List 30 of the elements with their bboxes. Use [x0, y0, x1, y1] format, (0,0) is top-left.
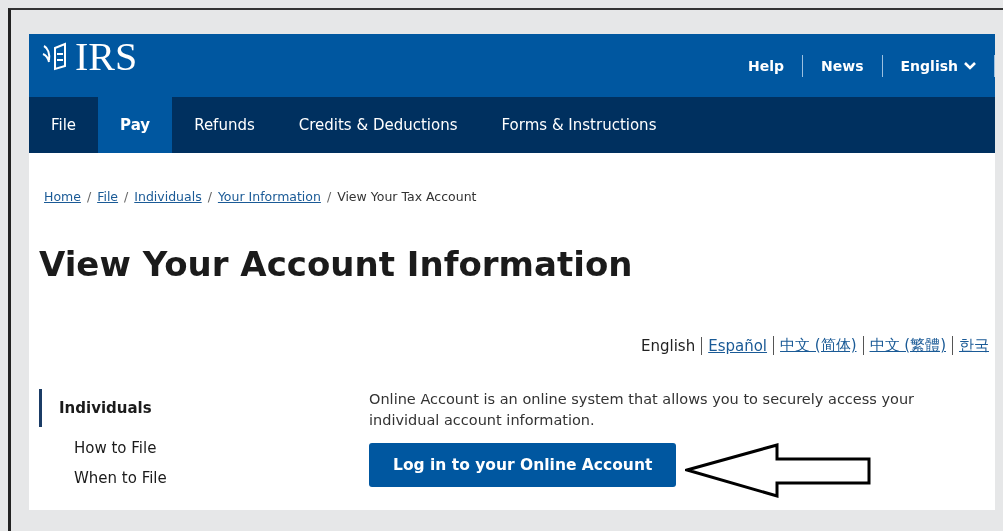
- breadcrumb-link[interactable]: Your Information: [217, 189, 321, 204]
- nav-tab[interactable]: Refunds: [172, 97, 277, 153]
- sidebar-item[interactable]: How to File: [39, 427, 369, 457]
- sidebar-item[interactable]: Individuals: [39, 389, 369, 427]
- language-link[interactable]: 中文 (繁體): [862, 336, 952, 355]
- breadcrumb-link[interactable]: File: [97, 189, 119, 204]
- nav-tab[interactable]: Credits & Deductions: [276, 97, 480, 153]
- page-title: View Your Account Information: [39, 244, 634, 284]
- language-link[interactable]: 한국: [952, 336, 995, 355]
- login-button[interactable]: Log in to your Online Account: [369, 443, 677, 487]
- irs-logo[interactable]: IRS: [41, 34, 138, 80]
- nav-tab[interactable]: Pay: [98, 97, 173, 153]
- nav-tab[interactable]: Forms & Instructions: [479, 97, 679, 153]
- current-location-text: View Your Tax Account: [337, 189, 477, 204]
- language-dropdown[interactable]: English: [882, 54, 995, 77]
- nav-tab[interactable]: File: [29, 97, 99, 153]
- chevron-down-icon: [964, 61, 976, 70]
- breadcrumb-link[interactable]: Individuals: [134, 189, 202, 204]
- language-link[interactable]: English: [635, 336, 702, 355]
- language-link[interactable]: Español: [701, 336, 774, 355]
- breadcrumb-separator: /: [326, 189, 332, 204]
- breadcrumb-link[interactable]: Home: [44, 189, 81, 204]
- header-link[interactable]: News: [803, 54, 883, 77]
- breadcrumb-separator: /: [207, 189, 212, 204]
- header-link[interactable]: Help: [730, 54, 804, 77]
- intro-text: Online Account is an online system that allows you to securely access your individual account information.: [369, 390, 916, 430]
- breadcrumb-separator: /: [86, 189, 92, 204]
- sidebar-item[interactable]: When to File: [39, 457, 369, 487]
- language-link[interactable]: 中文 (简体): [773, 336, 863, 355]
- breadcrumb-separator: /: [124, 189, 129, 204]
